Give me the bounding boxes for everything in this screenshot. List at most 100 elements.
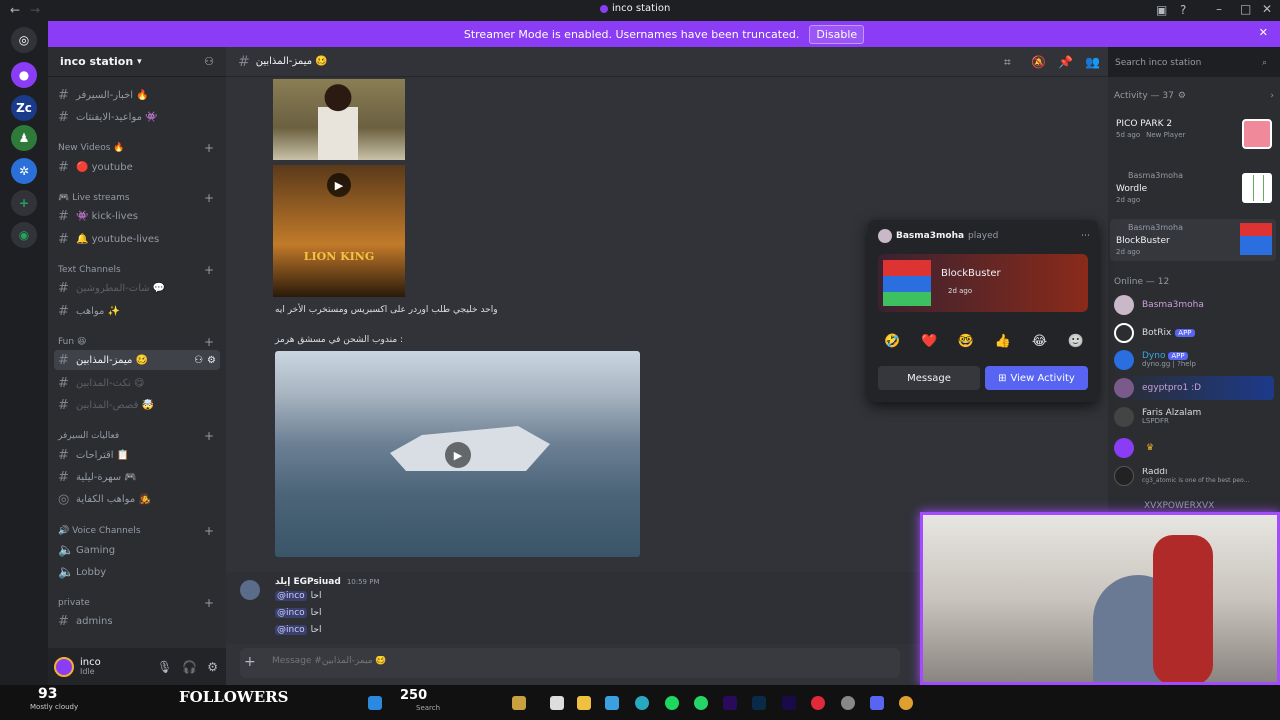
forward-icon[interactable]: →	[30, 3, 40, 17]
popup-user[interactable]: Basma3moha	[896, 231, 964, 241]
chrome-icon[interactable]	[899, 696, 913, 710]
member-item[interactable]: Raddi cg3_atomic is one of the best peo.…	[1114, 464, 1274, 488]
play-icon[interactable]: ▶	[445, 442, 471, 468]
category-events[interactable]: فعاليات السيرفر	[58, 431, 119, 441]
channel-item[interactable]: # 🔴 youtube	[58, 157, 218, 177]
edge-icon[interactable]	[635, 696, 649, 710]
author-avatar[interactable]	[240, 580, 260, 600]
discord-icon[interactable]	[870, 696, 884, 710]
mention[interactable]: @inco	[275, 591, 307, 601]
premiere-icon[interactable]	[723, 696, 737, 710]
view-activity-button[interactable]: ⊞ View Activity	[985, 366, 1088, 390]
explore-icon[interactable]: ◉	[11, 222, 37, 248]
reaction-nerd[interactable]: 🤓	[958, 334, 974, 349]
add-member-icon[interactable]: ⚇	[194, 355, 203, 366]
server-header[interactable]: inco station ▾ ⚇	[48, 47, 226, 77]
mention[interactable]: @inco	[275, 625, 307, 635]
taskbar-app-icon[interactable]	[512, 696, 526, 710]
category-fun[interactable]: Fun 😆	[58, 337, 86, 347]
settings-gear-icon[interactable]: ⚙	[207, 660, 218, 674]
member-item[interactable]: BotRix APP	[1114, 322, 1274, 344]
channel-item[interactable]: # مواعيد-الايفنتات 👾	[58, 107, 218, 127]
channel-item[interactable]: # 🔔 youtube-lives	[58, 229, 218, 249]
member-item[interactable]: Dyno APP dyno.gg | ?help	[1114, 348, 1274, 372]
channel-item[interactable]: # اقتراحات 📋	[58, 445, 218, 465]
member-item[interactable]: Faris Alzalam LSPDFR	[1114, 405, 1274, 429]
add-channel-icon[interactable]: +	[204, 141, 214, 155]
channel-item[interactable]: # اخبار-السيرفر 🔥	[58, 85, 218, 105]
voice-channel-item[interactable]: 🔈 Lobby	[58, 562, 218, 582]
help-icon[interactable]: ?	[1180, 3, 1186, 17]
whatsapp-icon[interactable]	[694, 696, 708, 710]
spotify-icon[interactable]	[665, 696, 679, 710]
add-channel-icon[interactable]: +	[204, 335, 214, 349]
discord-home-icon[interactable]: ◎	[11, 27, 37, 53]
photoshop-icon[interactable]	[752, 696, 766, 710]
search-box[interactable]: Search inco station ⌕	[1110, 53, 1272, 72]
more-icon[interactable]: ⋯	[1081, 231, 1090, 241]
activity-card[interactable]: PICO PARK 2 5d ago New Player	[1110, 115, 1276, 157]
pinterest-icon[interactable]	[811, 696, 825, 710]
channel-item[interactable]: # قصص-المذابين 🤯	[58, 395, 218, 415]
aftereffects-icon[interactable]	[782, 696, 796, 710]
add-attachment-icon[interactable]: +	[244, 654, 256, 670]
mute-icon[interactable]: 🔕	[1031, 55, 1046, 69]
channel-item[interactable]: ◎ مواهب الكفاية 🧑‍🎤	[58, 489, 218, 509]
gear-icon[interactable]: ⚙	[207, 355, 216, 366]
reaction-joy[interactable]: 😂	[1032, 334, 1047, 349]
mention[interactable]: @inco	[275, 608, 307, 618]
image-attachment[interactable]	[273, 79, 405, 160]
add-server-icon[interactable]: +	[11, 190, 37, 216]
member-item[interactable]: ♛	[1114, 437, 1274, 459]
chevron-right-icon[interactable]: ›	[1270, 91, 1274, 101]
pin-icon[interactable]: 📌	[1058, 55, 1073, 69]
threads-icon[interactable]: ⌗	[1004, 55, 1011, 70]
file-icon[interactable]	[550, 696, 564, 710]
channel-item[interactable]: # شات-المطروشين 💬	[58, 278, 218, 298]
server-inco-icon[interactable]: ●	[11, 62, 37, 88]
channel-item-active[interactable]: # ميمز-المذابين 🥴 ⚇ ⚙	[54, 350, 220, 370]
search-input[interactable]: Search inco station	[1115, 58, 1201, 68]
message-button[interactable]: Message	[878, 366, 980, 390]
channel-item[interactable]: # نكت-المذابين 😋	[58, 373, 218, 393]
add-channel-icon[interactable]: +	[204, 263, 214, 277]
server-zc-icon[interactable]: Zc	[11, 95, 37, 121]
store-icon[interactable]	[605, 696, 619, 710]
windows-start-icon[interactable]	[368, 696, 382, 710]
back-icon[interactable]: ←	[10, 3, 20, 17]
reaction-heart[interactable]: ❤️	[921, 334, 937, 349]
reaction-rofl[interactable]: 🤣	[884, 334, 900, 349]
video-attachment[interactable]: ▶ LION KING	[273, 165, 405, 297]
activity-card[interactable]: Basma3moha BlockBuster 2d ago	[1110, 219, 1276, 261]
category-voice[interactable]: 🔊 Voice Channels	[58, 526, 141, 536]
server-green-icon[interactable]: ♟	[11, 125, 37, 151]
mic-icon[interactable]: 🎙	[157, 660, 172, 674]
maximize-icon[interactable]: □	[1240, 2, 1251, 16]
author-name[interactable]: إيلد EGPsiuad	[275, 577, 341, 587]
taskbar-search[interactable]: Search	[416, 704, 440, 712]
add-channel-icon[interactable]: +	[204, 191, 214, 205]
disable-button[interactable]: Disable	[809, 24, 865, 44]
game-card[interactable]: BlockBuster 2d ago	[878, 254, 1088, 312]
play-icon[interactable]: ▶	[327, 173, 351, 197]
reaction-thumbsup[interactable]: 👍	[995, 334, 1011, 349]
app-icon[interactable]	[841, 696, 855, 710]
category-text-channels[interactable]: Text Channels	[58, 265, 121, 275]
avatar[interactable]	[54, 656, 74, 677]
folder-icon[interactable]	[577, 696, 591, 710]
category-new-videos[interactable]: New Videos 🔥	[58, 143, 124, 153]
gear-icon[interactable]: ⚙	[1178, 91, 1186, 101]
message-input[interactable]	[272, 656, 872, 666]
weather-widget[interactable]: 93 Mostly cloudy	[30, 687, 78, 711]
member-item[interactable]: Basma3moha	[1114, 294, 1274, 316]
close-banner-icon[interactable]: ✕	[1259, 26, 1268, 39]
video-attachment[interactable]: ▶	[275, 351, 640, 557]
add-channel-icon[interactable]: +	[204, 596, 214, 610]
add-channel-icon[interactable]: +	[204, 429, 214, 443]
channel-item[interactable]: # سهرة-ليلية 🎮	[58, 467, 218, 487]
close-window-icon[interactable]: ✕	[1262, 2, 1272, 16]
category-live-streams[interactable]: 🎮 Live streams	[58, 193, 130, 203]
add-reaction-icon[interactable]: 🙂	[1068, 334, 1084, 349]
invite-icon[interactable]: ⚇	[204, 55, 214, 68]
channel-item[interactable]: # مواهب ✨	[58, 301, 218, 321]
